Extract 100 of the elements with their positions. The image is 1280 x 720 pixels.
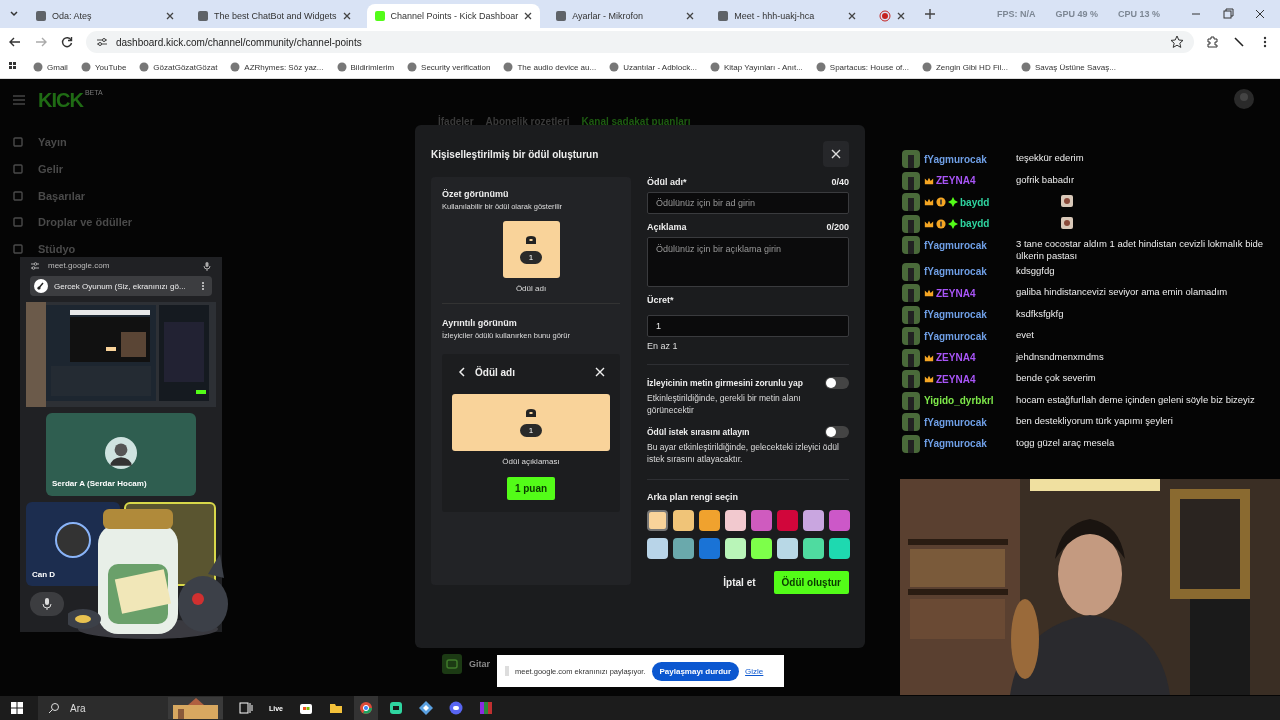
color-swatch[interactable]: [699, 537, 720, 559]
search-bar[interactable]: Ara: [38, 696, 223, 720]
chat-message: gofrik babadır: [1016, 173, 1075, 186]
bookmark[interactable]: AZRhymes: Söz yaz...: [230, 62, 324, 72]
app-icon[interactable]: [419, 701, 433, 715]
new-tab-icon[interactable]: [924, 8, 937, 20]
color-swatch[interactable]: [647, 509, 668, 531]
bookmark[interactable]: Bildirimlerim: [336, 62, 395, 72]
browser-icon[interactable]: [354, 696, 378, 720]
chat-app-icon[interactable]: [389, 701, 403, 715]
favicon-icon: [197, 10, 209, 22]
performance-stat: GPU 49 %: [1055, 9, 1098, 19]
bookmark[interactable]: GözatGözatGözat: [139, 62, 218, 72]
color-swatch[interactable]: [829, 509, 850, 531]
dialog-title: Kişiselleştirilmiş bir ödül oluşturun: [431, 148, 599, 160]
color-swatch[interactable]: [673, 509, 694, 531]
redeem-button[interactable]: 1 puan: [506, 477, 556, 500]
tab-title: The best ChatBot and Widgets: [214, 11, 337, 21]
search-input[interactable]: Ara: [68, 701, 160, 715]
extensions-icon[interactable]: [1206, 35, 1220, 49]
back-icon[interactable]: [8, 35, 22, 49]
bookmark[interactable]: Zengin Gibi HD Fil...: [921, 62, 1008, 72]
close-icon[interactable]: [1254, 8, 1266, 20]
close-icon[interactable]: [847, 11, 858, 21]
address-bar[interactable]: dashboard.kick.com/channel/community/channel-points: [86, 31, 1194, 53]
avatar-icon: [902, 413, 920, 432]
tab-title: Channel Points - Kick Dashboar: [390, 11, 519, 21]
input-field[interactable]: 1: [647, 315, 849, 337]
color-swatch[interactable]: [699, 509, 720, 531]
crown-icon: [924, 374, 934, 385]
emote-icon: [1061, 216, 1073, 229]
submit-button[interactable]: Ödül oluştur: [773, 570, 849, 594]
bookmark[interactable]: YouTube: [80, 62, 127, 72]
color-swatch[interactable]: [803, 537, 824, 559]
field-hint: En az 1: [647, 341, 679, 351]
color-swatch[interactable]: [777, 537, 798, 559]
bookmark[interactable]: Gmail: [33, 62, 68, 72]
bookmark[interactable]: Uzantılar - Adblock...: [609, 62, 697, 72]
close-icon[interactable]: [165, 11, 175, 21]
color-swatch[interactable]: [803, 509, 824, 531]
restore-icon[interactable]: [1222, 8, 1234, 20]
bookmark-star-icon[interactable]: [1170, 35, 1184, 49]
microphone-button[interactable]: [30, 592, 64, 616]
bookmark[interactable]: Spartacus: House of...: [815, 62, 909, 72]
close-icon[interactable]: [341, 11, 352, 21]
chat-username: fYagmurocak: [924, 239, 987, 251]
microphone-icon[interactable]: [202, 260, 212, 271]
site-info-icon[interactable]: [96, 36, 108, 48]
browser-tab[interactable]: The best ChatBot and Widgets: [190, 4, 359, 28]
color-swatch[interactable]: [673, 537, 694, 559]
reload-icon[interactable]: [60, 35, 74, 49]
browser-tab[interactable]: Channel Points - Kick Dashboar: [366, 4, 541, 28]
textarea-field[interactable]: Ödülünüz için bir açıklama girin: [647, 237, 849, 287]
toggle-switch[interactable]: [825, 425, 849, 438]
browser-tab[interactable]: Ayarlar - Mikrofon: [548, 4, 703, 28]
toggle-switch[interactable]: [825, 377, 849, 389]
back-icon[interactable]: [457, 367, 467, 377]
nav-icon: [12, 162, 24, 175]
store-icon[interactable]: [299, 701, 313, 715]
chat-username: fYagmurocak: [924, 416, 987, 428]
color-swatch[interactable]: [725, 537, 746, 559]
settings-icon[interactable]: [30, 260, 40, 271]
archive-icon[interactable]: [479, 701, 493, 715]
avatar-icon: [105, 437, 137, 469]
close-icon[interactable]: [523, 11, 534, 21]
color-swatch[interactable]: [647, 537, 668, 559]
close-icon[interactable]: [685, 11, 696, 21]
performance-stat: FPS: N/A: [996, 9, 1036, 19]
bookmark[interactable]: Kitap Yayınları - Anıt...: [709, 62, 803, 72]
color-swatch[interactable]: [725, 509, 746, 531]
browser-tab[interactable]: Oda: Ateş: [28, 4, 182, 28]
browser-tab[interactable]: Meet - hhh-uakj-hca: [710, 4, 865, 28]
drag-handle-icon[interactable]: [505, 666, 509, 676]
toggle-description: Bu ayar etkinleştirildiğinde, gelecekteki izleyici ödül istek sırasını atlayacaktır.: [647, 441, 840, 466]
close-button[interactable]: [823, 141, 849, 167]
bookmark[interactable]: Security verification: [407, 62, 491, 72]
color-swatch[interactable]: [829, 537, 850, 559]
color-swatch[interactable]: [777, 509, 798, 531]
avatar-icon: [902, 305, 920, 324]
color-swatch[interactable]: [751, 537, 772, 559]
stop-sharing-button[interactable]: Paylaşmayı durdur: [651, 661, 740, 681]
input-field[interactable]: Ödülünüz için bir ad girin: [647, 192, 849, 214]
game-app-icon[interactable]: [449, 701, 463, 715]
toggle-description: Etkinleştirildiğinde, gerekli bir metin alanı görünecektir: [647, 393, 802, 417]
section-title: Ayrıntılı görünüm: [442, 318, 518, 328]
task-view-icon[interactable]: [239, 701, 253, 715]
chat-message: 3 tane cocostar aldım 1 adet hindistan cevizli lokmalık bide ülkerin pastası: [1016, 238, 1265, 262]
hide-link[interactable]: Gizle: [745, 666, 764, 676]
favicon-icon: [35, 10, 47, 22]
crown-icon: [924, 288, 934, 299]
bookmark[interactable]: Savaş Üstüne Savaş...: [1021, 62, 1116, 72]
close-icon: [831, 149, 841, 159]
cancel-button[interactable]: İptal et: [717, 575, 762, 589]
close-icon[interactable]: [896, 11, 907, 21]
chat-username: ZEYNA4: [936, 287, 976, 299]
windows-icon[interactable]: [10, 701, 24, 715]
color-swatch[interactable]: [751, 509, 772, 531]
bookmark[interactable]: The audio device au...: [503, 62, 597, 72]
folder-icon[interactable]: [329, 701, 343, 715]
performance-stat: CPU 13 %: [1117, 9, 1160, 19]
